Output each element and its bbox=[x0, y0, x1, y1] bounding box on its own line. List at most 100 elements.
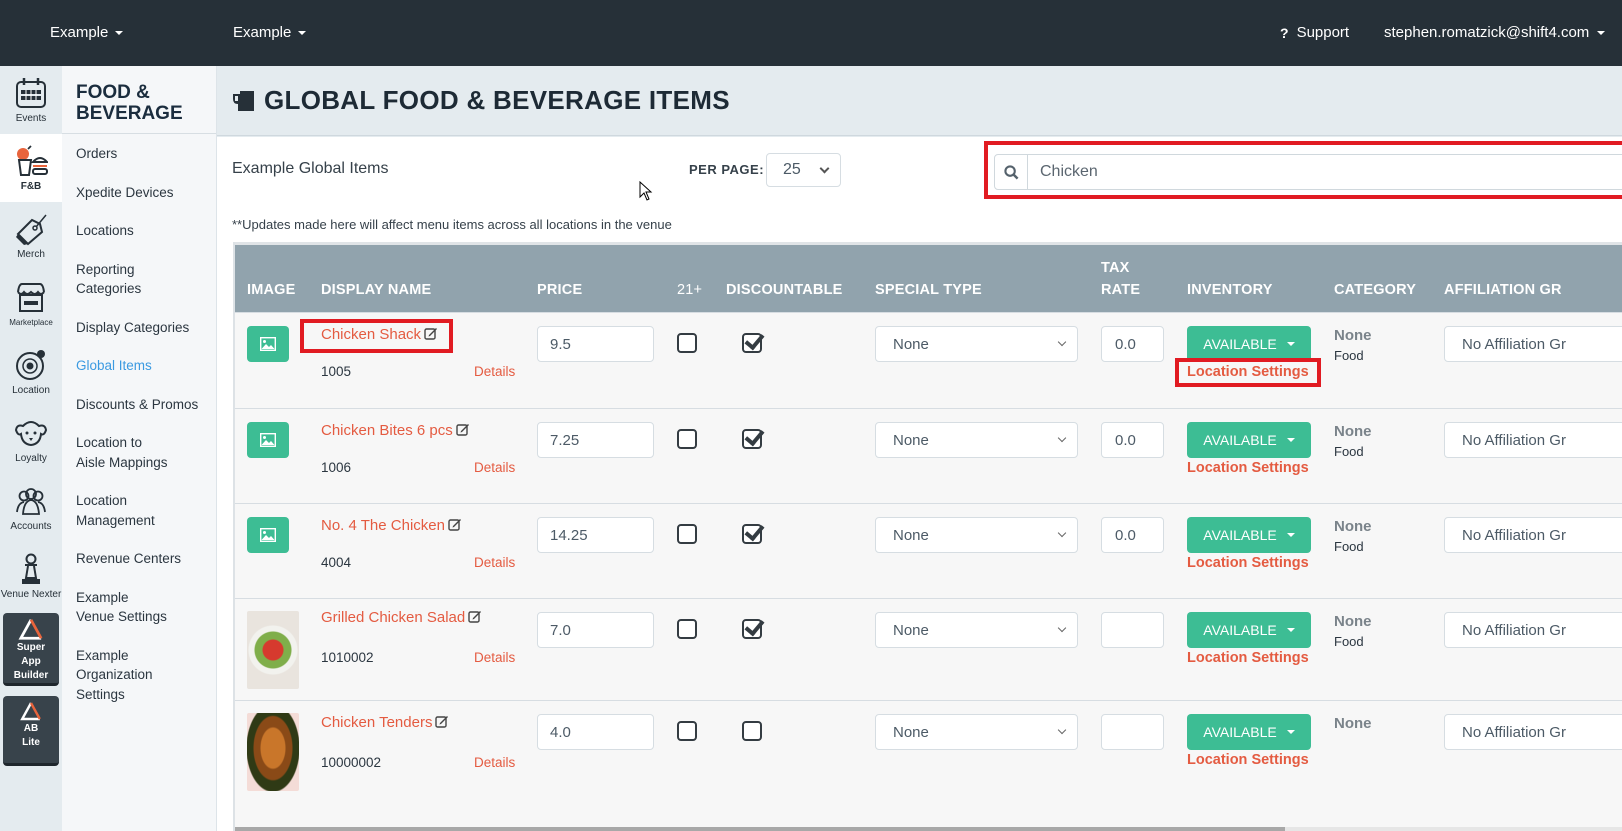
image-upload-button[interactable] bbox=[247, 326, 289, 362]
search-input[interactable] bbox=[1028, 155, 1622, 189]
affiliation-group-value: No Affiliation Gr bbox=[1462, 621, 1566, 639]
inventory-status-dropdown[interactable]: AVAILABLE bbox=[1187, 422, 1311, 458]
special-type-select[interactable]: None bbox=[875, 326, 1078, 362]
inventory-status-dropdown[interactable]: AVAILABLE bbox=[1187, 326, 1311, 362]
rail-item-marketplace[interactable]: Marketplace bbox=[0, 270, 62, 338]
inventory-status-dropdown[interactable]: AVAILABLE bbox=[1187, 714, 1311, 750]
discountable-checkbox[interactable] bbox=[742, 721, 762, 741]
discountable-checkbox[interactable] bbox=[742, 524, 762, 544]
location-settings-link[interactable]: Location Settings bbox=[1187, 555, 1309, 571]
app-label: AB Lite bbox=[22, 723, 40, 748]
item-image-thumbnail[interactable] bbox=[247, 611, 299, 689]
subnav-item-venue-settings[interactable]: Example Venue Settings bbox=[62, 588, 182, 627]
edit-icon[interactable] bbox=[448, 517, 462, 531]
special-type-select[interactable]: None bbox=[875, 517, 1078, 553]
location-settings-link[interactable]: Location Settings bbox=[1187, 460, 1309, 476]
details-link[interactable]: Details bbox=[474, 755, 515, 770]
details-link[interactable]: Details bbox=[474, 460, 515, 475]
age21-checkbox[interactable] bbox=[677, 721, 697, 741]
subnav-item-global-items[interactable]: Global Items bbox=[62, 356, 216, 376]
item-image-thumbnail[interactable] bbox=[247, 713, 299, 791]
item-name-link[interactable]: Chicken Bites 6 pcs bbox=[321, 422, 470, 439]
tax-rate-input[interactable] bbox=[1101, 612, 1164, 648]
price-input[interactable] bbox=[537, 517, 654, 553]
age21-checkbox[interactable] bbox=[677, 619, 697, 639]
rail-item-merch[interactable]: Merch bbox=[0, 202, 62, 270]
affiliation-group-select[interactable]: No Affiliation Gr bbox=[1444, 326, 1622, 362]
tax-rate-input[interactable] bbox=[1101, 422, 1164, 458]
rail-item-loyalty[interactable]: Loyalty bbox=[0, 406, 62, 474]
rail-item-fnb[interactable]: F&B bbox=[0, 134, 62, 202]
item-name-link[interactable]: No. 4 The Chicken bbox=[321, 517, 462, 534]
details-link[interactable]: Details bbox=[474, 650, 515, 665]
item-name-link[interactable]: Chicken Tenders bbox=[321, 714, 449, 731]
chevron-down-icon bbox=[1057, 623, 1067, 633]
edit-icon[interactable] bbox=[468, 609, 482, 623]
price-input[interactable] bbox=[537, 612, 654, 648]
location-settings-link[interactable]: Location Settings bbox=[1187, 650, 1309, 666]
subnav-item-location-management[interactable]: Location Management bbox=[62, 491, 162, 530]
app-label: Super App Builder bbox=[13, 642, 49, 681]
subnav-item-reporting-categories[interactable]: Reporting Categories bbox=[62, 260, 182, 299]
per-page-select[interactable]: 25 bbox=[766, 153, 841, 187]
item-name-link[interactable]: Grilled Chicken Salad bbox=[321, 609, 482, 626]
price-input[interactable] bbox=[537, 422, 654, 458]
rail-item-venue-nexter[interactable]: Venue Nexter bbox=[0, 542, 62, 610]
rail-item-location[interactable]: Location bbox=[0, 338, 62, 406]
location-settings-link[interactable]: Location Settings bbox=[1187, 752, 1309, 768]
edit-icon[interactable] bbox=[435, 714, 449, 728]
discountable-checkbox[interactable] bbox=[742, 619, 762, 639]
col-header-special-type: SPECIAL TYPE bbox=[875, 282, 982, 298]
special-type-select[interactable]: None bbox=[875, 422, 1078, 458]
image-upload-button[interactable] bbox=[247, 422, 289, 458]
details-link[interactable]: Details bbox=[474, 364, 515, 379]
panel-subtitle: Example Global Items bbox=[232, 160, 389, 177]
rail-item-events[interactable]: Events bbox=[0, 66, 62, 134]
org-dropdown[interactable]: Example bbox=[50, 24, 124, 41]
discountable-checkbox[interactable] bbox=[742, 333, 762, 353]
subnav-item-organization-settings[interactable]: Example Organization Settings bbox=[62, 646, 162, 705]
triangle-logo-icon bbox=[20, 702, 41, 721]
subnav-item-revenue-centers[interactable]: Revenue Centers bbox=[62, 549, 216, 569]
subnav-item-discounts-promos[interactable]: Discounts & Promos bbox=[62, 395, 216, 415]
inventory-status-dropdown[interactable]: AVAILABLE bbox=[1187, 612, 1311, 648]
price-input[interactable] bbox=[537, 326, 654, 362]
subnav-item-locations[interactable]: Locations bbox=[62, 221, 216, 241]
subnav-item-orders[interactable]: Orders bbox=[62, 144, 216, 164]
image-icon bbox=[260, 337, 276, 351]
affiliation-group-select[interactable]: No Affiliation Gr bbox=[1444, 714, 1622, 750]
age21-checkbox[interactable] bbox=[677, 524, 697, 544]
caret-down-icon bbox=[1286, 533, 1295, 537]
special-type-value: None bbox=[893, 621, 929, 639]
venue-dropdown[interactable]: Example bbox=[233, 24, 307, 41]
special-type-value: None bbox=[893, 335, 929, 353]
affiliation-group-select[interactable]: No Affiliation Gr bbox=[1444, 517, 1622, 553]
scrollbar-thumb[interactable] bbox=[235, 827, 1285, 831]
affiliation-group-select[interactable]: No Affiliation Gr bbox=[1444, 422, 1622, 458]
subnav-item-xpedite-devices[interactable]: Xpedite Devices bbox=[62, 183, 216, 203]
discountable-checkbox[interactable] bbox=[742, 429, 762, 449]
edit-icon[interactable] bbox=[456, 422, 470, 436]
col-header-inventory: INVENTORY bbox=[1187, 282, 1273, 298]
user-menu-dropdown[interactable]: stephen.romatzick@shift4.com bbox=[1384, 24, 1606, 41]
subnav-item-display-categories[interactable]: Display Categories bbox=[62, 318, 216, 338]
tax-rate-input[interactable] bbox=[1101, 326, 1164, 362]
special-type-select[interactable]: None bbox=[875, 714, 1078, 750]
search-button[interactable] bbox=[995, 155, 1028, 189]
app-ab-lite[interactable]: AB Lite bbox=[3, 696, 59, 766]
horizontal-scrollbar[interactable] bbox=[235, 827, 1622, 831]
support-link[interactable]: ? Support bbox=[1280, 24, 1349, 41]
tax-rate-input[interactable] bbox=[1101, 714, 1164, 750]
age21-checkbox[interactable] bbox=[677, 333, 697, 353]
subnav-item-location-aisle-mappings[interactable]: Location to Aisle Mappings bbox=[62, 433, 182, 472]
price-input[interactable] bbox=[537, 714, 654, 750]
inventory-status-dropdown[interactable]: AVAILABLE bbox=[1187, 517, 1311, 553]
age21-checkbox[interactable] bbox=[677, 429, 697, 449]
affiliation-group-select[interactable]: No Affiliation Gr bbox=[1444, 612, 1622, 648]
image-upload-button[interactable] bbox=[247, 517, 289, 553]
app-super-app-builder[interactable]: Super App Builder bbox=[3, 613, 59, 686]
tax-rate-input[interactable] bbox=[1101, 517, 1164, 553]
details-link[interactable]: Details bbox=[474, 555, 515, 570]
special-type-select[interactable]: None bbox=[875, 612, 1078, 648]
rail-item-accounts[interactable]: Accounts bbox=[0, 474, 62, 542]
